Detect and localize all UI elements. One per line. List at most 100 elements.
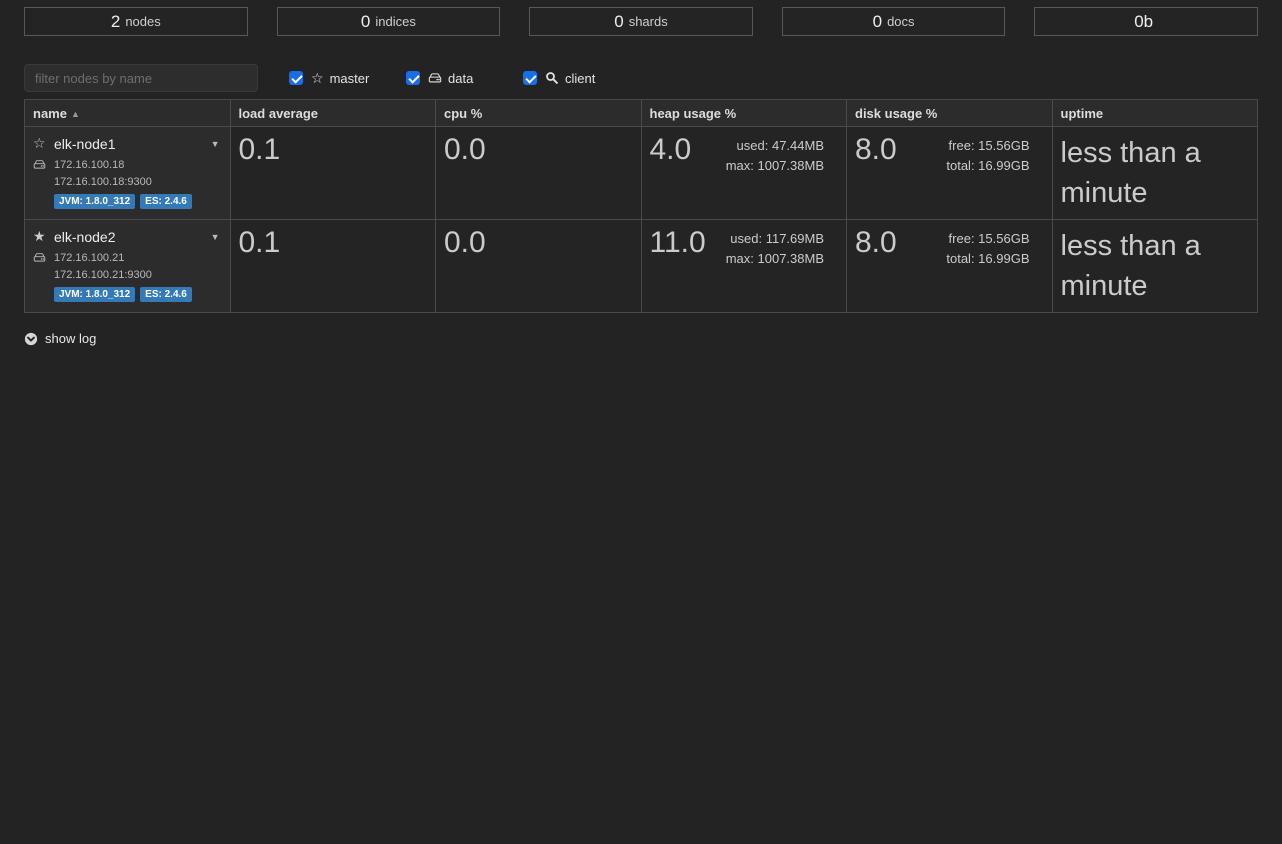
disk-usage-cell: 8.0 free: 15.56GB total: 16.99GB <box>847 127 1053 220</box>
column-header-load-average[interactable]: load average <box>230 100 436 127</box>
column-header-name[interactable]: name ▲ <box>25 100 231 127</box>
cpu-cell: 0.0 <box>436 220 642 313</box>
node-row-elk-node1: ☆ elk-node1 ▼ 172.16.100.18 <box>25 127 1258 220</box>
disk-detail: free: 15.56GB total: 16.99GB <box>946 136 1043 176</box>
show-log-toggle[interactable]: show log <box>24 331 96 346</box>
table-header-row: name ▲ load average cpu % heap usage % di… <box>25 100 1258 127</box>
nodes-table: name ▲ load average cpu % heap usage % di… <box>24 99 1258 313</box>
stat-label: shards <box>629 14 668 29</box>
stat-label: indices <box>375 14 415 29</box>
heap-detail: used: 47.44MB max: 1007.38MB <box>726 136 838 176</box>
heap-detail: used: 117.69MB max: 1007.38MB <box>726 229 838 269</box>
node-name[interactable]: elk-node2 <box>54 229 116 245</box>
node-title[interactable]: ★ elk-node2 ▼ <box>33 228 222 245</box>
stat-box-nodes[interactable]: 2 nodes <box>24 7 248 36</box>
disk-free: free: 15.56GB <box>946 229 1029 249</box>
cpu-value: 0.0 <box>444 133 633 168</box>
heap-max: max: 1007.38MB <box>726 156 824 176</box>
stats-row: 2 nodes 0 indices 0 shards 0 docs 0b <box>24 7 1258 36</box>
column-header-cpu[interactable]: cpu % <box>436 100 642 127</box>
es-version-badge: ES: 2.4.6 <box>140 194 192 209</box>
node-ip: 172.16.100.21 <box>54 252 124 264</box>
filter-nodes-input[interactable] <box>24 64 258 92</box>
stat-value: 0 <box>873 12 882 32</box>
node-row-elk-node2: ★ elk-node2 ▼ 172.16.100.21 <box>25 220 1258 313</box>
uptime-cell: less than a minute <box>1052 220 1258 313</box>
node-ip-line: 172.16.100.18 <box>33 158 222 171</box>
star-outline-icon: ☆ <box>33 135 54 152</box>
column-header-label: name <box>33 106 67 121</box>
column-header-label: cpu % <box>444 106 482 121</box>
node-name-cell: ☆ elk-node1 ▼ 172.16.100.18 <box>25 127 231 220</box>
filter-row: ☆ master data clie <box>24 64 1258 92</box>
filter-client-label: client <box>565 71 595 86</box>
jvm-version-badge: JVM: 1.8.0_312 <box>54 287 135 302</box>
node-badges: JVM: 1.8.0_312 ES: 2.4.6 <box>33 194 222 209</box>
filter-client-checkbox[interactable]: client <box>523 71 640 86</box>
uptime-cell: less than a minute <box>1052 127 1258 220</box>
column-header-label: heap usage % <box>650 106 737 121</box>
stat-value: 0 <box>361 12 370 32</box>
disk-usage-cell: 8.0 free: 15.56GB total: 16.99GB <box>847 220 1053 313</box>
node-role-filters: ☆ master data clie <box>289 71 640 86</box>
stat-box-docs[interactable]: 0 docs <box>782 7 1006 36</box>
es-version-badge: ES: 2.4.6 <box>140 287 192 302</box>
heap-usage-cell: 11.0 used: 117.69MB max: 1007.38MB <box>641 220 847 313</box>
column-header-label: uptime <box>1061 106 1104 121</box>
filter-data-checkbox[interactable]: data <box>406 71 523 86</box>
column-header-label: load average <box>239 106 319 121</box>
hdd-icon <box>33 251 54 264</box>
chevron-circle-down-icon <box>24 332 38 346</box>
column-header-heap-usage[interactable]: heap usage % <box>641 100 847 127</box>
filter-master-label: master <box>330 71 370 86</box>
stat-label: nodes <box>125 14 160 29</box>
filter-master-checkbox[interactable]: ☆ master <box>289 71 406 86</box>
disk-pct-value: 8.0 <box>855 226 897 261</box>
node-title[interactable]: ☆ elk-node1 ▼ <box>33 135 222 152</box>
stat-value: 2 <box>111 12 120 32</box>
stat-box-indices[interactable]: 0 indices <box>277 7 501 36</box>
node-name[interactable]: elk-node1 <box>54 136 116 152</box>
load-average-value: 0.1 <box>239 226 428 261</box>
node-transport-address: 172.16.100.21:9300 <box>33 269 222 281</box>
heap-pct-value: 11.0 <box>650 226 706 261</box>
jvm-version-badge: JVM: 1.8.0_312 <box>54 194 135 209</box>
checkbox-checked-icon[interactable] <box>289 71 303 85</box>
heap-used: used: 47.44MB <box>726 136 824 156</box>
disk-free: free: 15.56GB <box>946 136 1029 156</box>
node-name-cell: ★ elk-node2 ▼ 172.16.100.21 <box>25 220 231 313</box>
search-icon <box>545 71 559 85</box>
chevron-down-icon[interactable]: ▼ <box>211 139 222 149</box>
checkbox-checked-icon[interactable] <box>406 71 420 85</box>
node-transport-address: 172.16.100.18:9300 <box>33 176 222 188</box>
load-average-value: 0.1 <box>239 133 428 168</box>
star-icon: ☆ <box>311 71 324 85</box>
node-ip: 172.16.100.18 <box>54 159 124 171</box>
heap-pct-value: 4.0 <box>650 133 692 168</box>
stat-box-shards[interactable]: 0 shards <box>529 7 753 36</box>
disk-total: total: 16.99GB <box>946 249 1029 269</box>
uptime-value: less than a minute <box>1061 133 1250 213</box>
cpu-cell: 0.0 <box>436 127 642 220</box>
disk-total: total: 16.99GB <box>946 156 1029 176</box>
column-header-uptime[interactable]: uptime <box>1052 100 1258 127</box>
sort-asc-icon: ▲ <box>71 109 80 119</box>
load-average-cell: 0.1 <box>230 220 436 313</box>
star-filled-icon: ★ <box>33 228 54 245</box>
load-average-cell: 0.1 <box>230 127 436 220</box>
heap-max: max: 1007.38MB <box>726 249 824 269</box>
disk-detail: free: 15.56GB total: 16.99GB <box>946 229 1043 269</box>
stat-label: docs <box>887 14 914 29</box>
hdd-icon <box>428 71 442 85</box>
checkbox-checked-icon[interactable] <box>523 71 537 85</box>
stat-value: 0 <box>614 12 623 32</box>
stat-box-size[interactable]: 0b <box>1034 7 1258 36</box>
column-header-disk-usage[interactable]: disk usage % <box>847 100 1053 127</box>
chevron-down-icon[interactable]: ▼ <box>211 232 222 242</box>
disk-pct-value: 8.0 <box>855 133 897 168</box>
node-badges: JVM: 1.8.0_312 ES: 2.4.6 <box>33 287 222 302</box>
hdd-icon <box>33 158 54 171</box>
heap-usage-cell: 4.0 used: 47.44MB max: 1007.38MB <box>641 127 847 220</box>
uptime-value: less than a minute <box>1061 226 1250 306</box>
show-log-label: show log <box>45 331 96 346</box>
